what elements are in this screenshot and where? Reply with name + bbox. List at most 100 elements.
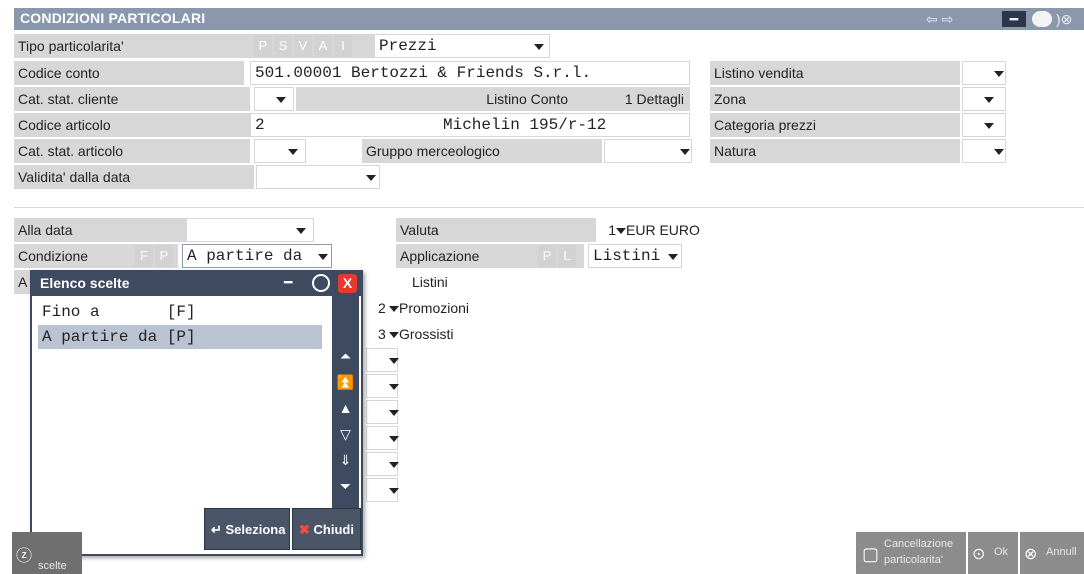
tipo-flag-s[interactable]: S [274,35,292,57]
scroll-page-down-icon[interactable]: ⇓ [332,448,359,472]
listino-2-number[interactable]: 3 [378,322,386,346]
gruppo-merceologico-label: Gruppo merceologico [362,139,602,163]
categoria-prezzi-dropdown-icon[interactable] [984,123,994,129]
condizione-flag-f[interactable]: F [135,245,153,267]
valuta-dropdown-icon[interactable] [616,228,626,234]
cancel-icon: ⊗ [1024,546,1038,563]
tipo-select[interactable]: Prezzi [374,34,550,58]
gruppo-dropdown-icon[interactable] [680,149,690,155]
cancellazione-label-1: Cancellazione [884,538,954,550]
condizione-select[interactable]: A partire da [182,244,332,268]
listini-heading: Listini [412,274,448,290]
tipo-flag-v[interactable]: V [294,35,312,57]
codice-conto-field[interactable]: 501.00001 Bertozzi & Friends S.r.l. [250,61,690,85]
alla-data-label: Alla data [14,218,186,242]
natura-dropdown-icon[interactable] [994,149,1004,155]
list-item-fino-a[interactable]: Fino a [F] [38,300,322,324]
listino-empty-select[interactable] [366,348,399,372]
popup-target-icon[interactable] [312,274,330,292]
annulla-label: Annull [1046,546,1077,558]
popup-titlebar: Elenco scelte ━ X [32,272,361,296]
scroll-top-icon[interactable]: ⏶ [332,344,359,368]
tipo-flag-i[interactable]: I [334,35,352,57]
listino-empty-select[interactable] [366,400,399,424]
dropdown-icon [389,436,399,442]
scroll-down-icon[interactable]: ▽ [332,422,359,446]
scroll-page-up-icon[interactable]: ⏫ [332,370,359,394]
scroll-bottom-icon[interactable]: ⏷ [332,474,359,498]
scelte-button[interactable]: ⓩ scelte [12,532,82,574]
select-button[interactable]: ↵ Seleziona [204,508,290,550]
cat-cliente-select[interactable] [254,87,294,111]
tipo-dropdown-icon[interactable] [534,44,544,50]
dropdown-icon [389,384,399,390]
valuta-value: EUR EURO [626,222,700,238]
cat-articolo-select[interactable] [254,139,306,163]
zona-dropdown-icon[interactable] [984,97,994,103]
codice-articolo-value: 2 [255,116,265,134]
valuta-number[interactable]: 1 [596,218,616,242]
cat-articolo-label: Cat. stat. articolo [14,139,250,163]
popup-scrollbar[interactable]: ⏶ ⏫ ▲ ▽ ⇓ ⏷ [332,296,359,512]
applicazione-value: Listini [593,247,661,265]
condizione-label: Condizione [14,244,178,268]
list-item-a-partire-da[interactable]: A partire da [P] [38,325,322,349]
listino-2-dropdown-icon[interactable] [389,332,399,338]
articolo-description: Michelin 195/r-12 [443,116,607,134]
applicazione-dropdown-icon[interactable] [668,254,678,260]
pin-icon[interactable]: ━ [1002,11,1026,27]
listino-conto-value: 1 Dettagli [578,87,690,111]
alla-data-dropdown-icon[interactable] [296,228,306,234]
applicazione-flag-l[interactable]: L [558,245,576,267]
dropdown-icon [389,488,399,494]
scroll-up-icon[interactable]: ▲ [332,396,359,420]
cat-articolo-dropdown-icon[interactable] [288,149,298,155]
condizione-dropdown-icon[interactable] [318,254,328,260]
listino-vendita-dropdown-icon[interactable] [994,71,1004,77]
condizione-value: A partire da [187,247,303,265]
zona-label: Zona [710,87,960,111]
tipo-flag-p[interactable]: P [254,35,272,57]
listino-1-dropdown-icon[interactable] [389,306,399,312]
validita-dropdown-icon[interactable] [366,175,376,181]
listino-empty-select[interactable] [366,374,399,398]
popup-pin-icon[interactable]: ━ [284,274,292,291]
tipo-select-value: Prezzi [379,37,437,55]
codice-articolo-field[interactable]: 2 Michelin 195/r-12 [250,113,690,137]
ok-button[interactable]: ⊙ Ok [968,532,1018,574]
ok-icon: ⊙ [972,546,986,563]
listino-empty-select[interactable] [366,452,399,476]
applicazione-flag-p[interactable]: P [538,245,556,267]
close-button-label: Chiudi [313,522,354,537]
condizione-flag-p[interactable]: P [155,245,173,267]
listino-vendita-label: Listino vendita [710,61,960,85]
trash-icon: ▢ [862,544,880,564]
scelte-label: scelte [38,560,67,572]
circle-icon[interactable] [1032,11,1052,27]
select-button-label: Seleziona [225,522,286,537]
listino-empty-select[interactable] [366,426,399,450]
listino-conto-label: Listino Conto [296,87,578,111]
cat-cliente-label: Cat. stat. cliente [14,87,250,111]
popup-close-icon[interactable]: X [338,274,357,293]
tipo-flag-a[interactable]: A [314,35,332,57]
annulla-button[interactable]: ⊗ Annull [1020,532,1084,574]
close-button[interactable]: ✖ Chiudi [292,508,361,550]
cat-cliente-dropdown-icon[interactable] [276,97,286,103]
listino-2-name: Grossisti [399,326,454,342]
validita-date-select[interactable] [256,165,380,189]
tipo-particolarita-label: Tipo particolarita' [14,34,244,58]
valuta-label: Valuta [396,218,596,242]
close-icon[interactable]: )⊗ [1056,11,1072,27]
dropdown-icon [389,462,399,468]
cancellazione-button[interactable]: ▢ Cancellazione particolarita' [856,532,966,574]
section-divider [14,207,1084,208]
listino-empty-select[interactable] [366,478,399,502]
window-title: CONDIZIONI PARTICOLARI [20,10,206,26]
validita-label: Validita' dalla data [14,165,254,189]
ok-label: Ok [994,546,1009,558]
listino-1-number[interactable]: 2 [378,296,386,320]
gruppo-merceologico-select[interactable] [604,139,692,163]
nav-arrows-icon[interactable]: ⇦ ⇨ [926,11,953,27]
alla-data-select[interactable] [186,218,314,242]
